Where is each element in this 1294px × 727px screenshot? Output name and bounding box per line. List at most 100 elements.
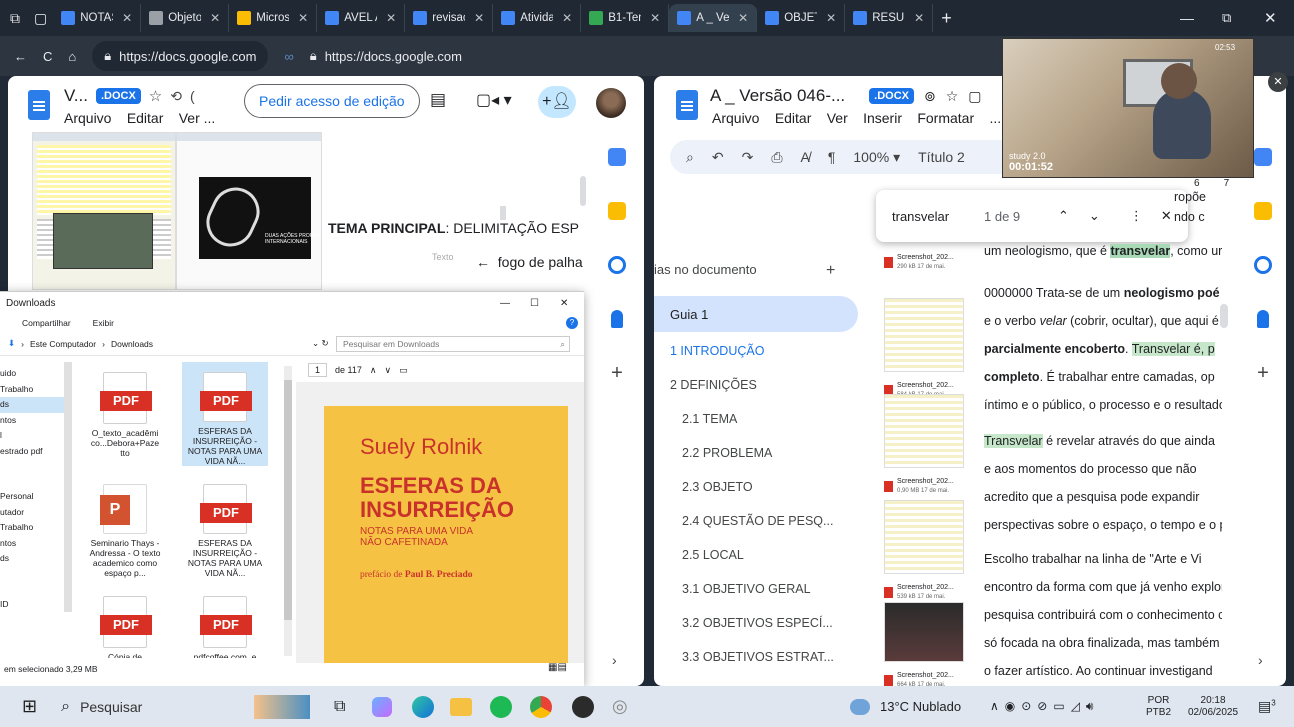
keep-icon-r[interactable] xyxy=(1254,202,1272,220)
outline-item[interactable]: 2.2 PROBLEMA xyxy=(654,436,858,470)
outline-item[interactable]: 2.3 OBJETO xyxy=(654,470,858,504)
view-toggle-icon[interactable]: ▦▤ xyxy=(548,662,567,673)
menu-more-r[interactable]: ... xyxy=(989,110,1001,126)
download-item[interactable]: Screenshot_202... 0,90 MB 17 de mai. xyxy=(884,472,968,500)
nav-item[interactable]: uido xyxy=(0,366,64,382)
spellcheck-icon[interactable]: A̸ xyxy=(801,149,810,165)
start-icon[interactable]: ⊞ xyxy=(22,696,37,717)
nav-item[interactable]: estrado pdf xyxy=(0,444,64,460)
browser-tab[interactable]: B1-Ten ✕ xyxy=(581,4,670,32)
docs-logo-icon-right[interactable] xyxy=(676,90,698,120)
tab-close-icon[interactable]: ✕ xyxy=(210,11,220,25)
fit-page-icon[interactable]: ▭ xyxy=(399,365,408,376)
breadcrumb-downloads[interactable]: Downloads xyxy=(111,339,153,349)
meet-icon[interactable]: ▢◂ ▾ xyxy=(476,90,512,110)
tab-close-icon[interactable]: ✕ xyxy=(914,11,924,25)
redo-icon[interactable]: ↷ xyxy=(742,149,754,166)
tab-close-icon[interactable]: ✕ xyxy=(386,11,396,25)
browser-tab[interactable]: OBJETO ✕ xyxy=(757,4,846,32)
url-box-left[interactable]: 🔒︎ https://docs.google.com xyxy=(92,41,269,71)
star-icon[interactable]: ☆ xyxy=(149,87,162,105)
tab-close-icon[interactable]: ✕ xyxy=(562,11,572,25)
clock[interactable]: 20:18 02/06/2025 xyxy=(1188,695,1238,719)
share-button[interactable]: +👤︎ xyxy=(538,86,576,118)
explorer-minimize-icon[interactable]: — xyxy=(500,298,510,309)
file-item[interactable]: P Seminario Thays - Andressa - O texto ac… xyxy=(82,474,168,578)
ribbon-compartilhar[interactable]: Compartilhar xyxy=(22,318,71,328)
widgets-icon[interactable] xyxy=(254,694,310,719)
undo-icon[interactable]: ↶ xyxy=(712,149,724,166)
weather-icon[interactable] xyxy=(850,698,870,715)
tasks-icon[interactable] xyxy=(608,256,626,274)
drive-icon[interactable]: ⟲ xyxy=(170,88,182,105)
browser-tab[interactable]: Ativida ✕ xyxy=(493,4,582,32)
menu-editar[interactable]: Editar xyxy=(127,110,164,126)
url-box-right[interactable]: 🔒︎ https://docs.google.com xyxy=(309,41,474,71)
search-menu-icon[interactable]: ⌕ xyxy=(686,149,694,166)
explorer-search-input[interactable]: Pesquisar em Downloads ⌕ xyxy=(336,335,570,352)
menu-editar-r[interactable]: Editar xyxy=(775,110,812,126)
add-tab-icon[interactable]: + xyxy=(826,262,835,280)
task-view-icon[interactable]: ⧉ xyxy=(334,698,345,716)
outline-item[interactable]: 2.1 TEMA xyxy=(654,402,858,436)
file-item[interactable]: PDF ESFERAS DA INSURREIÇÃO - NOTAS PARA U… xyxy=(182,362,268,466)
browser-tab[interactable]: AVEL A ✕ xyxy=(317,4,406,32)
star-icon-right[interactable]: ☆ xyxy=(946,88,959,105)
files-scroll-thumb[interactable] xyxy=(284,380,292,620)
tab-close-icon[interactable]: ✕ xyxy=(826,11,836,25)
overlay-close-button[interactable]: ✕ xyxy=(1268,72,1288,92)
nav-item[interactable]: ntos xyxy=(0,413,64,429)
download-item[interactable]: Screenshot_202... 664 kB 17 de mai. xyxy=(884,666,968,686)
edge-icon[interactable] xyxy=(412,695,434,718)
reload-icon[interactable]: C xyxy=(43,49,52,64)
screenshot-thumbnail[interactable] xyxy=(884,298,964,372)
outline-item[interactable]: 3.1 OBJETIVO GERAL xyxy=(654,572,858,606)
outline-item[interactable]: 2.4 QUESTÃO DE PESQ... xyxy=(654,504,858,538)
explorer-close-icon[interactable]: ✕ xyxy=(560,298,568,309)
avatar[interactable] xyxy=(596,88,626,118)
nav-item[interactable]: ds xyxy=(0,551,64,567)
nav-scrollbar[interactable] xyxy=(64,362,72,612)
doc-title[interactable]: V... xyxy=(64,86,88,106)
contacts-icon-r[interactable] xyxy=(1257,310,1269,328)
tab-close-icon[interactable]: ✕ xyxy=(738,11,748,25)
close-window-icon[interactable]: ✕ xyxy=(1264,9,1277,27)
home-icon[interactable]: ⌂ xyxy=(68,49,76,64)
spotify-icon[interactable] xyxy=(490,695,512,718)
explorer-icon[interactable] xyxy=(450,697,472,716)
screenshot-thumbnail[interactable] xyxy=(884,394,964,468)
tab-actions-icon[interactable]: ⧉ xyxy=(10,10,20,27)
calendar-icon-r[interactable] xyxy=(1254,148,1272,166)
lang-indicator[interactable]: POR PTB2 xyxy=(1146,695,1171,719)
find-query-input[interactable]: transvelar xyxy=(892,209,984,224)
contacts-icon[interactable] xyxy=(611,310,623,328)
tray-icons[interactable]: ∧◉⊙⊘▭◿🔊︎ xyxy=(990,699,1100,714)
side-chevron-left[interactable]: › xyxy=(612,652,617,668)
folder-icon[interactable]: ▢ xyxy=(968,88,981,105)
page-number-input[interactable]: 1 xyxy=(308,363,328,377)
menu-arquivo-r[interactable]: Arquivo xyxy=(712,110,759,126)
help-icon[interactable]: ? xyxy=(566,317,578,329)
vertical-scrollbar-left[interactable] xyxy=(580,176,586,206)
outline-item[interactable]: 2.5 LOCAL xyxy=(654,538,858,572)
menu-ver-r[interactable]: Ver xyxy=(827,110,848,126)
nav-item[interactable]: ds xyxy=(0,397,64,413)
fogo-link[interactable]: ← fogo de palha xyxy=(476,254,583,270)
file-item[interactable]: PDF pdfcoffee.com_e dmond-couchot vda-fot… xyxy=(182,586,268,658)
vertical-tabs-icon[interactable]: ▢ xyxy=(34,10,47,27)
screenshot-thumbnail[interactable] xyxy=(884,602,964,662)
outline-item[interactable]: 3.2 OBJETIVOS ESPECÍ... xyxy=(654,606,858,640)
style-select[interactable]: Título 2 xyxy=(918,149,965,165)
menu-ver[interactable]: Ver ... xyxy=(179,110,216,126)
document-body[interactable]: ropõe ndo c um neologismo, que é transvela… xyxy=(984,190,1222,686)
tasks-icon-r[interactable] xyxy=(1254,256,1272,274)
outline-item[interactable]: 1 INTRODUÇÃO xyxy=(654,334,858,368)
tab-close-icon[interactable]: ✕ xyxy=(298,11,308,25)
tab-close-icon[interactable]: ✕ xyxy=(474,11,484,25)
screenshot-thumbnail[interactable] xyxy=(884,500,964,574)
file-item[interactable]: PDF ESFERAS DA INSURREIÇÃO - NOTAS PARA U… xyxy=(182,474,268,578)
browser-tab[interactable]: revisac ✕ xyxy=(405,4,494,32)
browser-tab[interactable]: RESUM ✕ xyxy=(845,4,934,32)
browser-tab[interactable]: A _ Ver ✕ xyxy=(669,4,758,32)
next-page-icon[interactable]: ∨ xyxy=(384,365,391,376)
